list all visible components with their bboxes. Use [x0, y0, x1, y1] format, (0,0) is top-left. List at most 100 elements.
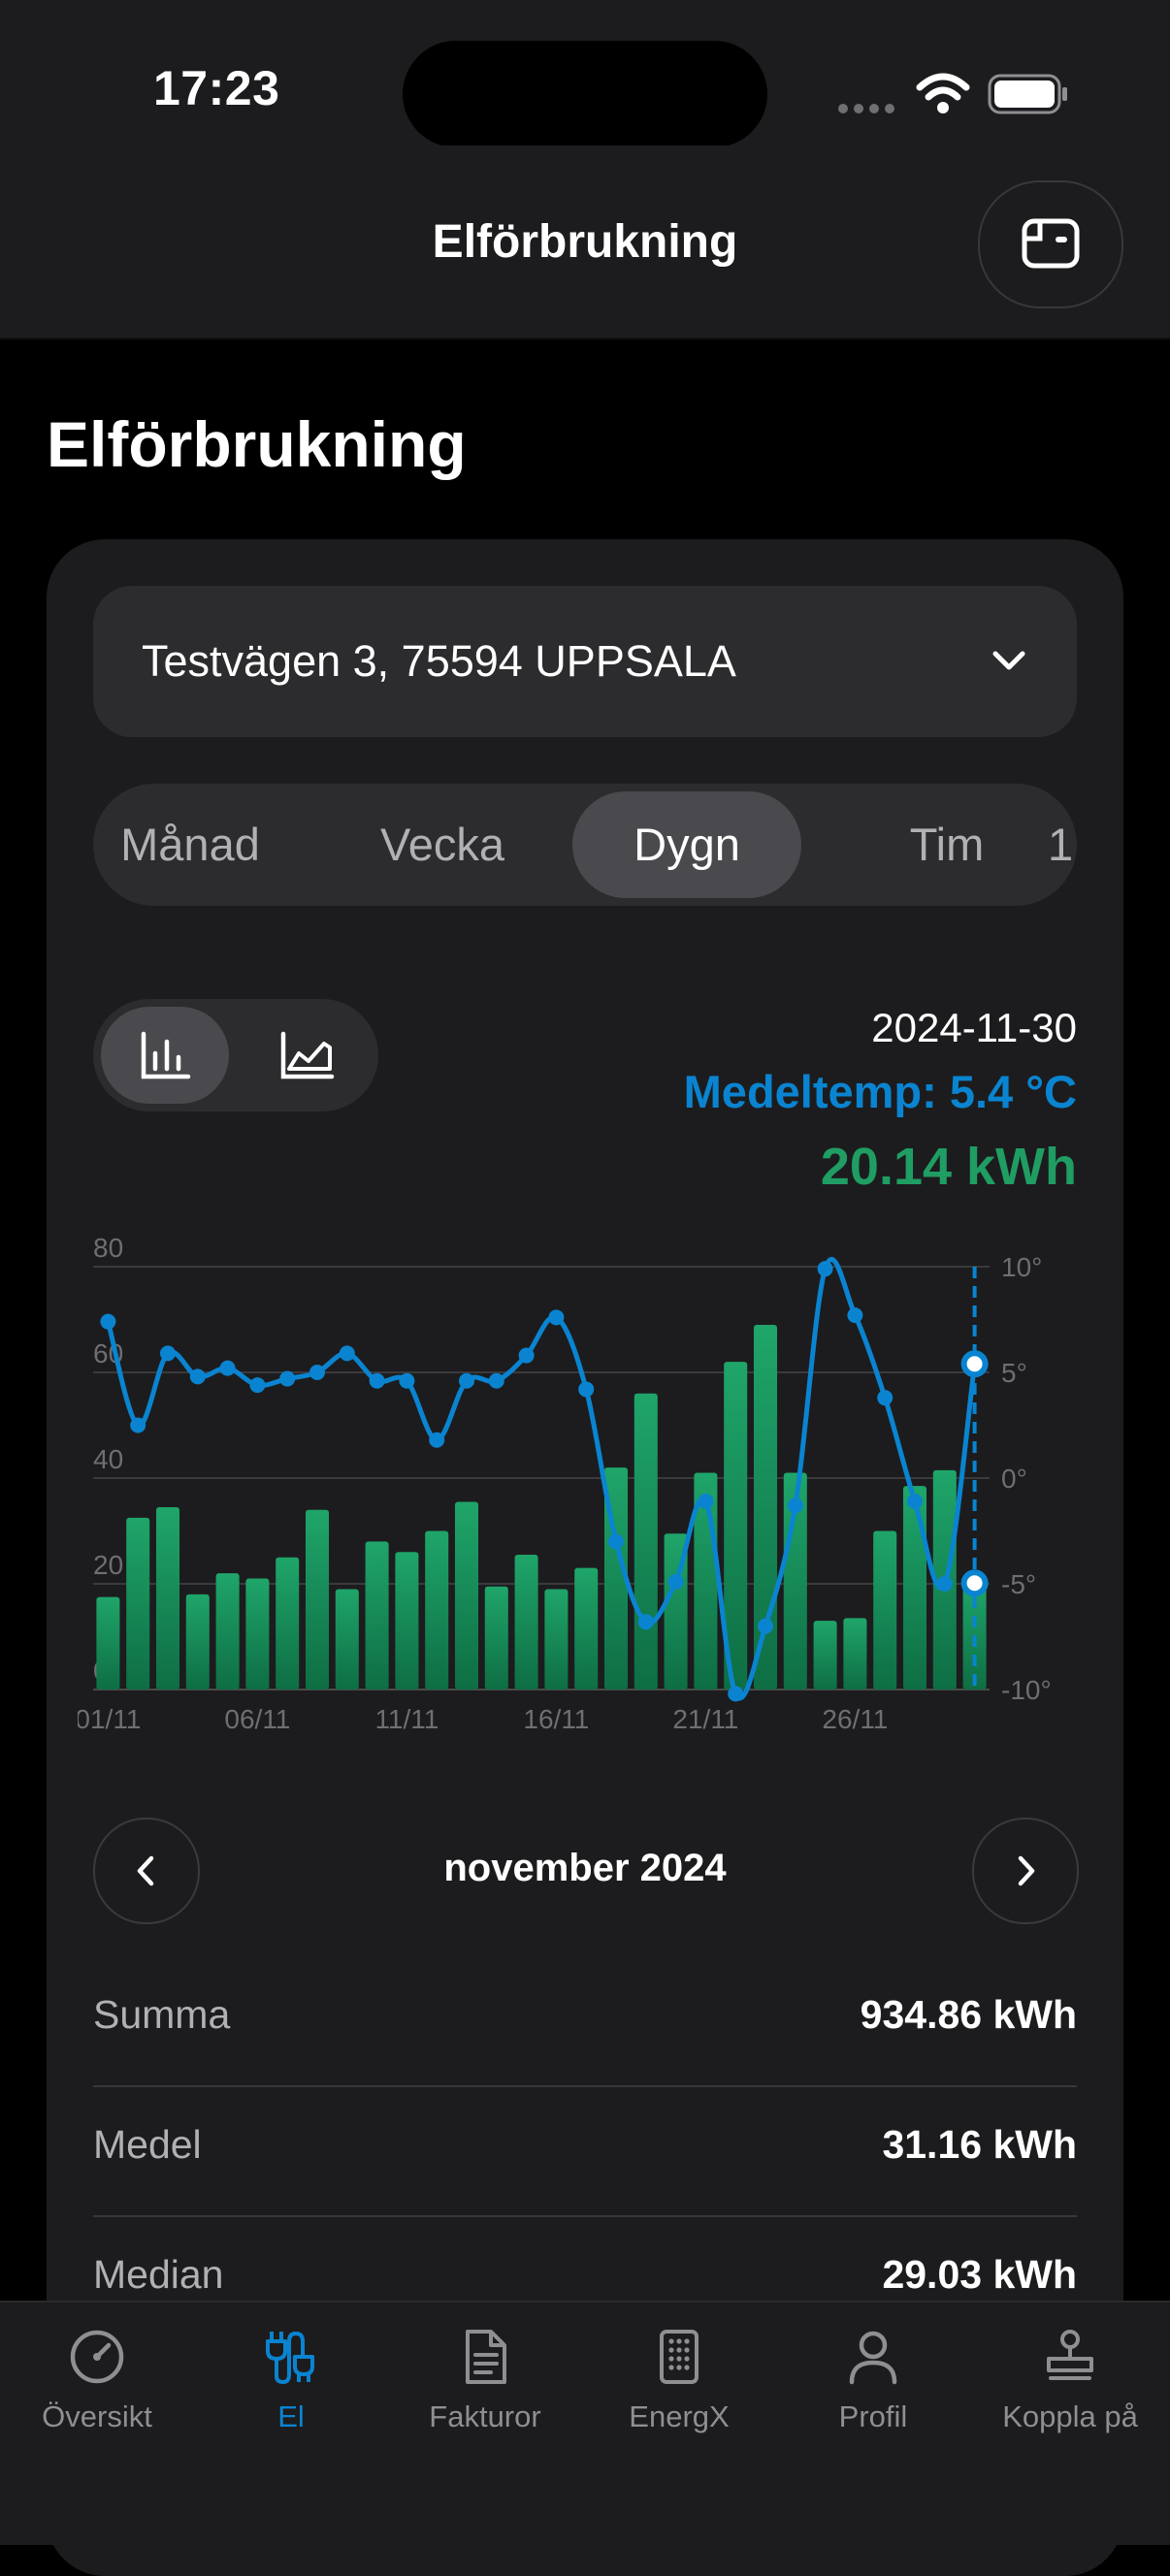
temperature-point — [429, 1432, 445, 1448]
temperature-point — [309, 1365, 325, 1380]
next-month-button[interactable] — [972, 1818, 1079, 1924]
tab-overflow[interactable]: 1 — [1048, 784, 1077, 906]
period-segmented-control: Månad Vecka Dygn Tim 1 — [93, 784, 1077, 906]
tab-label: El — [277, 2399, 305, 2433]
consumption-bar — [126, 1517, 150, 1690]
y-right-tick-label: 5° — [1001, 1358, 1027, 1388]
area-chart-icon — [280, 1031, 335, 1079]
temperature-point — [847, 1307, 863, 1324]
temperature-point — [637, 1614, 654, 1630]
consumption-bar — [335, 1589, 359, 1690]
consumption-bar — [544, 1589, 569, 1690]
wifi-icon — [916, 73, 970, 113]
temperature-point — [936, 1576, 953, 1592]
stat-value: 934.86 kWh — [860, 1992, 1077, 2037]
consumption-bar — [873, 1530, 897, 1690]
battery-icon — [988, 74, 1067, 114]
temperature-point — [189, 1368, 206, 1385]
selected-consumption: 20.14 kWh — [820, 1138, 1077, 1196]
temperature-point — [667, 1573, 684, 1590]
tab-connect[interactable]: Koppla på — [970, 2326, 1170, 2434]
tab-overview[interactable]: Översikt — [0, 2326, 194, 2434]
stat-label: Summa — [93, 1992, 231, 2037]
tab-energx[interactable]: EnergX — [582, 2326, 776, 2434]
temperature-point — [130, 1417, 146, 1433]
temperature-point — [608, 1533, 624, 1550]
consumption-bar — [215, 1573, 240, 1690]
consumption-bar — [185, 1594, 210, 1690]
x-tick-label: 01/11 — [78, 1704, 141, 1734]
stat-label: Medel — [93, 2122, 202, 2167]
tab-day[interactable]: Dygn — [572, 791, 801, 898]
stat-value: 31.16 kWh — [882, 2122, 1077, 2167]
consumption-bar — [902, 1486, 927, 1690]
consumption-bar — [305, 1509, 330, 1690]
tab-label: EnergX — [629, 2399, 730, 2433]
page-title: Elförbrukning — [47, 408, 467, 480]
tab-label: Fakturor — [429, 2399, 541, 2433]
tab-hour[interactable]: Tim — [850, 784, 1044, 906]
temperature-point — [160, 1345, 176, 1362]
dynamic-island — [403, 41, 767, 147]
consumption-bar — [155, 1506, 180, 1690]
card-icon — [1022, 218, 1080, 269]
area-chart-toggle[interactable] — [243, 1007, 371, 1104]
temperature-point — [369, 1372, 385, 1389]
consumption-bar — [574, 1567, 599, 1690]
temperature-point — [399, 1372, 415, 1389]
card-view-button[interactable] — [978, 180, 1123, 308]
y-right-tick-label: -10° — [1001, 1675, 1052, 1705]
temperature-point — [249, 1377, 266, 1394]
consumption-bar — [365, 1541, 389, 1690]
tab-label: Koppla på — [1002, 2399, 1138, 2433]
y-right-tick-label: -5° — [1001, 1569, 1036, 1599]
tab-bar: Översikt El Fakturor EnergX Profil Koppl… — [0, 2301, 1170, 2545]
chart-type-toggle — [93, 999, 378, 1111]
temperature-point — [279, 1370, 296, 1387]
plug-icon — [266, 2331, 314, 2385]
consumption-bar — [634, 1393, 658, 1690]
y-left-tick-label: 40 — [93, 1444, 123, 1474]
stat-value: 29.03 kWh — [882, 2252, 1077, 2297]
chevron-right-icon — [1018, 1855, 1035, 1886]
x-tick-label: 16/11 — [523, 1704, 589, 1734]
tab-month[interactable]: Månad — [93, 784, 287, 906]
consumption-bar — [843, 1618, 867, 1690]
consumption-bar — [484, 1586, 508, 1690]
tab-label: Översikt — [42, 2399, 152, 2433]
temperature-point — [578, 1381, 595, 1398]
tab-week[interactable]: Vecka — [345, 784, 539, 906]
y-left-tick-label: 20 — [93, 1550, 123, 1580]
x-tick-label: 06/11 — [224, 1704, 290, 1734]
document-icon — [466, 2330, 506, 2384]
stat-label: Median — [93, 2252, 224, 2297]
x-tick-label: 11/11 — [374, 1704, 439, 1734]
temperature-point — [339, 1345, 355, 1362]
temperature-point — [100, 1313, 116, 1330]
tab-invoices[interactable]: Fakturor — [388, 2326, 582, 2434]
bar-chart-icon — [141, 1031, 191, 1079]
building-icon — [660, 2330, 699, 2384]
consumption-bar — [425, 1530, 449, 1690]
temperature-point — [817, 1261, 833, 1277]
consumption-chart[interactable]: 020406080-10°-5°0°5°10°01/1106/1111/1116… — [78, 1232, 1092, 1746]
navigation-bar: Elförbrukning — [0, 145, 1170, 339]
stat-row-mean: Medel 31.16 kWh — [93, 2085, 1077, 2217]
stamp-icon — [1047, 2330, 1093, 2380]
selected-consumption-point — [960, 1569, 989, 1597]
tab-electricity[interactable]: El — [194, 2326, 388, 2434]
stat-row-sum: Summa 934.86 kWh — [93, 1955, 1077, 2087]
temperature-point — [488, 1372, 504, 1389]
y-right-tick-label: 10° — [1001, 1252, 1042, 1282]
address-value: Testvägen 3, 75594 UPPSALA — [142, 636, 736, 686]
address-dropdown[interactable]: Testvägen 3, 75594 UPPSALA — [93, 586, 1077, 737]
temperature-point — [548, 1309, 565, 1326]
y-right-tick-label: 0° — [1001, 1464, 1027, 1494]
tab-profile[interactable]: Profil — [776, 2326, 970, 2434]
temperature-point — [758, 1618, 773, 1634]
temperature-point — [877, 1390, 894, 1406]
x-tick-label: 21/11 — [672, 1704, 738, 1734]
bar-chart-toggle[interactable] — [101, 1007, 229, 1104]
selected-temperature-point — [960, 1350, 989, 1378]
consumption-bar — [276, 1557, 300, 1690]
